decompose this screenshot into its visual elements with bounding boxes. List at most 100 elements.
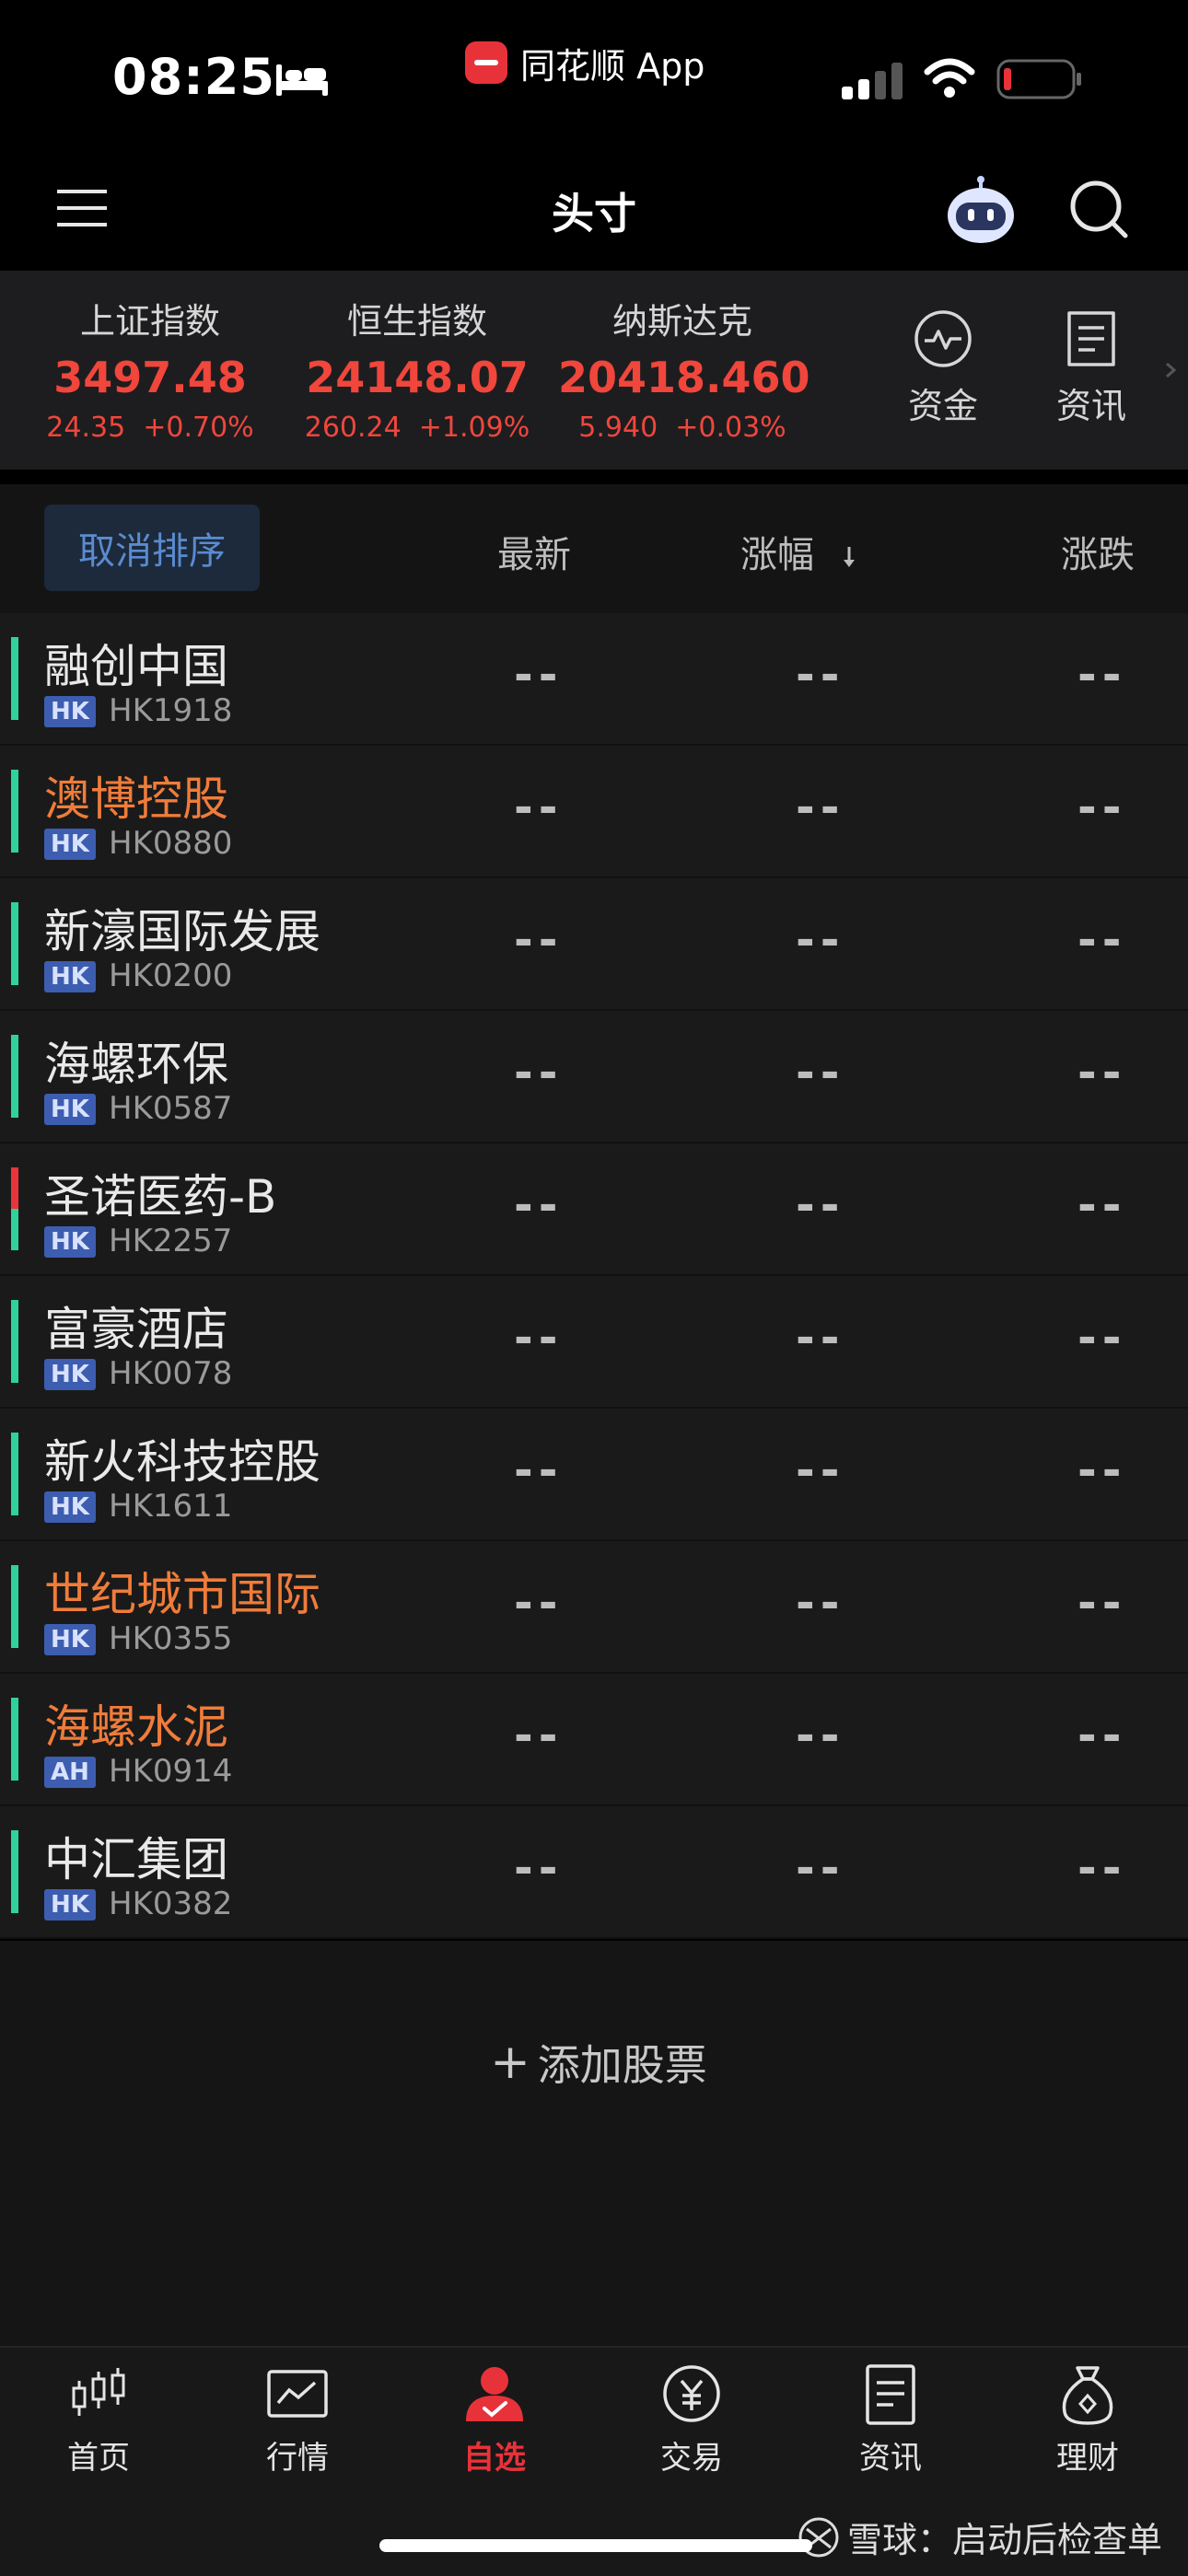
tab-label: 行情	[266, 2440, 329, 2477]
change-percent: --	[796, 913, 845, 967]
change-percent: --	[796, 1841, 845, 1895]
index-shanghai[interactable]: 上证指数 3497.48 24.35 +0.70%	[26, 293, 274, 444]
tab-watchlist[interactable]: 自选	[425, 2362, 564, 2477]
index-change-points: 260.24	[304, 412, 402, 444]
tab-wealth[interactable]: 理财	[1019, 2362, 1157, 2477]
stock-row[interactable]: 澳博控股 HK HK0880 -- -- --	[0, 746, 1188, 878]
trend-indicator	[11, 1433, 18, 1515]
column-header-change-percent[interactable]: 涨幅	[740, 525, 859, 578]
stock-row[interactable]: 中汇集团 HK HK0382 -- -- --	[0, 1806, 1188, 1939]
latest-price: --	[514, 1841, 564, 1895]
watermark-text: 雪球：启动后检查单	[847, 2520, 1163, 2560]
column-header-latest[interactable]: 最新	[497, 525, 571, 578]
source-app-name: 同花顺 App	[520, 45, 705, 87]
candlestick-icon	[72, 2368, 125, 2416]
change-amount: --	[1077, 1841, 1127, 1895]
pulse-icon	[914, 310, 972, 367]
trend-indicator	[11, 1565, 18, 1648]
index-hang-seng[interactable]: 恒生指数 24148.07 260.24 +1.09%	[293, 293, 542, 444]
stock-row[interactable]: 富豪酒店 HK HK0078 -- -- --	[0, 1276, 1188, 1409]
document-icon	[866, 2364, 915, 2425]
index-name: 恒生指数	[346, 301, 487, 342]
quick-tool-label: 资金	[907, 386, 978, 426]
change-amount: --	[1077, 1444, 1127, 1497]
stock-code: HK0914	[109, 1753, 233, 1790]
stock-code: HK1918	[109, 692, 233, 729]
change-percent: --	[796, 1709, 845, 1762]
cellular-signal-icon	[842, 63, 903, 99]
stock-row[interactable]: 海螺环保 HK HK0587 -- -- --	[0, 1011, 1188, 1143]
ai-robot-icon[interactable]	[943, 175, 1019, 247]
news-button[interactable]: 资讯	[1041, 309, 1142, 428]
search-icon[interactable]	[1068, 179, 1129, 239]
change-amount: --	[1077, 1576, 1127, 1630]
market-badge: HK	[44, 1094, 96, 1125]
change-amount: --	[1077, 1311, 1127, 1364]
change-amount: --	[1077, 1709, 1127, 1762]
latest-price: --	[514, 1178, 564, 1232]
trend-indicator	[11, 770, 18, 853]
stock-code: HK0078	[109, 1355, 233, 1392]
change-amount: --	[1077, 781, 1127, 834]
trend-indicator	[11, 1698, 18, 1781]
market-badge: HK	[44, 829, 96, 860]
market-badge: HK	[44, 696, 96, 727]
tab-market[interactable]: 行情	[228, 2362, 367, 2477]
trend-indicator	[11, 1035, 18, 1118]
tonghuashun-app-icon	[465, 41, 507, 84]
index-name: 纳斯达克	[611, 301, 752, 342]
scroll-right-chevron-icon[interactable]	[1164, 361, 1177, 379]
market-badge: HK	[44, 1359, 96, 1390]
latest-price: --	[514, 1444, 564, 1497]
tab-label: 资讯	[859, 2440, 922, 2477]
tab-trade[interactable]: 交易	[623, 2362, 761, 2477]
home-indicator[interactable]	[379, 2539, 812, 2552]
trend-indicator	[11, 1830, 18, 1913]
market-badge: AH	[44, 1757, 96, 1788]
index-name: 上证指数	[79, 301, 220, 342]
plus-icon: +	[490, 2035, 530, 2090]
source-app-pill[interactable]: 同花顺 App	[465, 37, 705, 88]
index-nasdaq[interactable]: 纳斯达克 20418.460 5.940 +0.03%	[558, 293, 810, 444]
stock-name: 海螺环保	[44, 1038, 228, 1091]
stock-row[interactable]: 海螺水泥 AH HK0914 -- -- --	[0, 1674, 1188, 1806]
stock-code: HK0880	[109, 825, 233, 862]
stock-name: 融创中国	[44, 640, 228, 693]
sort-descending-arrow-icon	[843, 547, 855, 567]
latest-price: --	[514, 1311, 564, 1364]
change-percent: --	[796, 648, 845, 702]
index-change-points: 24.35	[46, 412, 126, 444]
index-change-percent: +0.70%	[143, 412, 254, 444]
stock-row[interactable]: 世纪城市国际 HK HK0355 -- -- --	[0, 1541, 1188, 1674]
xueqiu-watermark: 雪球：启动后检查单	[798, 2512, 1162, 2562]
trend-indicator	[11, 637, 18, 720]
market-badge: HK	[44, 1889, 96, 1920]
stock-row[interactable]: 融创中国 HK HK1918 -- -- --	[0, 613, 1188, 746]
latest-price: --	[514, 1709, 564, 1762]
cancel-sort-button[interactable]: 取消排序	[44, 505, 260, 591]
stock-name: 新濠国际发展	[44, 905, 320, 958]
stock-code: HK1611	[109, 1488, 233, 1525]
index-change-points: 5.940	[578, 412, 658, 444]
add-stock-button[interactable]: + 添加股票	[460, 2025, 737, 2099]
stock-name: 世纪城市国际	[44, 1568, 320, 1621]
tab-home[interactable]: 首页	[29, 2362, 168, 2477]
stock-code: HK2257	[109, 1223, 233, 1259]
latest-price: --	[514, 648, 564, 702]
stock-code: HK0587	[109, 1090, 233, 1127]
wifi-icon	[924, 58, 975, 98]
change-percent: --	[796, 781, 845, 834]
column-header-change[interactable]: 涨跌	[1061, 525, 1135, 578]
stock-row[interactable]: 圣诺医药-B HK HK2257 -- -- --	[0, 1143, 1188, 1276]
document-icon	[1067, 311, 1115, 366]
chart-icon	[267, 2370, 328, 2418]
money-bag-icon	[1062, 2366, 1113, 2425]
change-amount: --	[1077, 1178, 1127, 1232]
stock-row[interactable]: 新火科技控股 HK HK1611 -- -- --	[0, 1409, 1188, 1541]
tab-news[interactable]: 资讯	[821, 2362, 960, 2477]
stock-name: 圣诺医药-B	[44, 1170, 277, 1224]
stock-row[interactable]: 新濠国际发展 HK HK0200 -- -- --	[0, 878, 1188, 1011]
capital-flow-button[interactable]: 资金	[892, 309, 994, 428]
change-amount: --	[1077, 648, 1127, 702]
stock-name: 澳博控股	[44, 772, 228, 826]
